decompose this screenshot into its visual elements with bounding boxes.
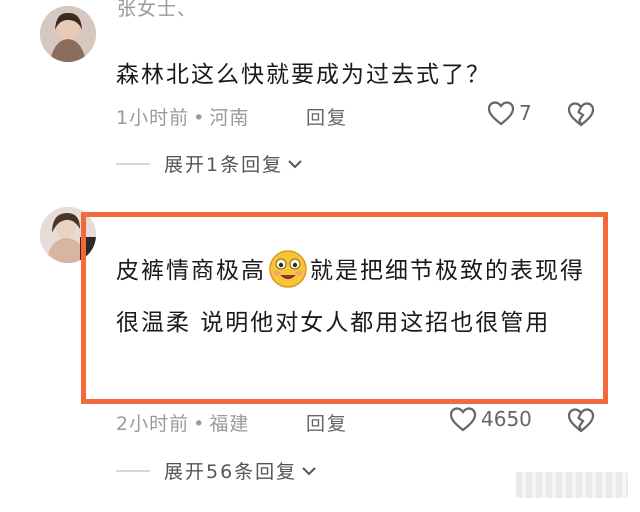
like-count: 4650: [481, 407, 532, 431]
comment-location: 河南: [209, 107, 250, 129]
comment-text-part1: 皮裤情商极高: [116, 258, 266, 284]
comment-location: 福建: [209, 413, 250, 435]
expand-divider: [116, 469, 150, 472]
broken-heart-icon: [567, 408, 595, 433]
reply-button[interactable]: 回复: [306, 103, 348, 130]
comment-time: 1小时前: [116, 107, 190, 129]
like-count: 7: [519, 101, 532, 125]
meta-separator: •: [193, 413, 206, 435]
comment-username[interactable]: 张女士、: [117, 0, 197, 18]
heart-outline-icon: [487, 101, 515, 126]
like-button[interactable]: 7: [487, 100, 532, 126]
expand-replies-button[interactable]: 展开1条回复: [116, 150, 303, 177]
watermark: [516, 472, 628, 498]
heart-outline-icon: [449, 407, 477, 432]
avatar[interactable]: [40, 6, 96, 62]
expand-replies-label: 展开56条回复: [164, 461, 298, 483]
expand-replies-label: 展开1条回复: [164, 154, 284, 176]
dislike-button[interactable]: [567, 407, 595, 437]
comment-text: 皮裤情商极高 就是把细节极致的表现得很温柔 说明他对女人都用这招也很管用: [116, 245, 606, 349]
chevron-down-icon: [302, 466, 316, 475]
expand-replies-button[interactable]: 展开56条回复: [116, 457, 317, 484]
reply-button[interactable]: 回复: [306, 409, 348, 436]
expand-divider: [116, 162, 150, 165]
smiling-face-emoji: [268, 249, 308, 289]
meta-separator: •: [193, 107, 206, 129]
comment-meta: 2小时前 • 福建: [116, 409, 249, 436]
comment-text: 森林北这么快就要成为过去式了？: [116, 62, 491, 88]
chevron-down-icon: [288, 159, 302, 168]
comment-thread: 张女士、 森林北这么快就要成为过去式了？ 1小时前 • 河南 回复 7 展开1条回复: [0, 0, 640, 512]
dislike-button[interactable]: [567, 101, 595, 131]
like-button[interactable]: 4650: [449, 406, 532, 432]
broken-heart-icon: [567, 102, 595, 127]
comment-meta: 1小时前 • 河南: [116, 103, 249, 130]
comment-time: 2小时前: [116, 413, 190, 435]
